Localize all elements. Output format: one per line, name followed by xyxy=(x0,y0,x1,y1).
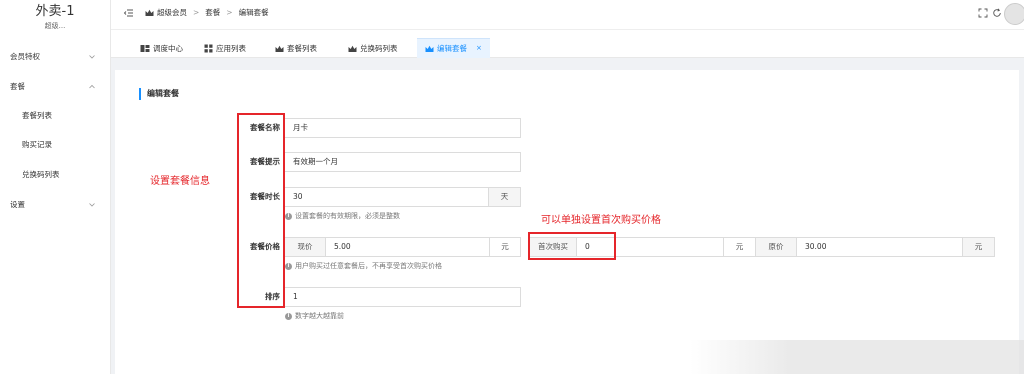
first-purchase-price-unit: 元 xyxy=(723,237,756,257)
sort-input[interactable]: 1 xyxy=(284,287,521,307)
breadcrumb-separator: > xyxy=(193,8,200,17)
sidebar-item-label: 购买记录 xyxy=(22,140,52,149)
breadcrumb-current: 编辑套餐 xyxy=(238,8,269,17)
sidebar-item-packages[interactable]: 套餐 xyxy=(0,79,111,95)
sidebar-item-label: 兑换码列表 xyxy=(22,170,60,179)
sidebar-item-settings[interactable]: 设置 xyxy=(0,197,111,213)
tab-bar: 调度中心 应用列表 套餐列表 兑换码列表 编辑套餐 × xyxy=(111,30,1024,58)
chevron-up-icon xyxy=(89,84,95,89)
labels-highlight-box xyxy=(237,113,285,308)
duration-unit-addon: 天 xyxy=(488,187,521,207)
sort-help: i 数字越大越靠前 xyxy=(285,311,344,321)
sidebar-item-member-privileges[interactable]: 会员特权 xyxy=(0,49,111,65)
price-help: i 用户购买过任意套餐后，不再享受首次购买价格 xyxy=(285,261,442,271)
tab-package-list[interactable]: 套餐列表 xyxy=(275,39,317,58)
info-icon: i xyxy=(285,312,292,320)
chevron-down-icon xyxy=(89,55,95,59)
blurred-region xyxy=(690,340,1024,374)
refresh-icon[interactable] xyxy=(992,8,1002,18)
chevron-down-icon xyxy=(89,203,95,207)
fullscreen-icon[interactable] xyxy=(978,8,988,18)
tab-dispatch-center[interactable]: 调度中心 xyxy=(140,39,183,58)
tab-label: 应用列表 xyxy=(216,44,246,53)
current-price-unit: 元 xyxy=(489,237,521,257)
crown-icon xyxy=(348,45,357,52)
current-price-prefix: 现价 xyxy=(284,237,326,257)
sort-help-text: 数字越大越靠前 xyxy=(295,312,344,320)
original-price-prefix: 原价 xyxy=(755,237,797,257)
sidebar-item-label: 套餐列表 xyxy=(22,111,52,120)
grid-icon xyxy=(204,44,213,53)
package-tip-input[interactable]: 有效期一个月 xyxy=(284,152,521,172)
sidebar-item-purchase-records[interactable]: 购买记录 xyxy=(0,137,111,153)
first-purchase-highlight-box xyxy=(528,232,616,260)
duration-help: i 设置套餐的有效期限，必须是整数 xyxy=(285,211,400,221)
info-icon: i xyxy=(285,262,292,270)
crown-icon xyxy=(275,45,284,52)
original-price-input[interactable]: 30.00 xyxy=(796,237,963,257)
tab-label: 调度中心 xyxy=(153,44,183,53)
sidebar-item-label: 套餐 xyxy=(10,82,25,91)
breadcrumb-separator: > xyxy=(226,8,233,17)
tab-app-list[interactable]: 应用列表 xyxy=(204,39,246,58)
tab-redeem-code-list[interactable]: 兑换码列表 xyxy=(348,39,398,58)
tab-label: 兑换码列表 xyxy=(360,44,398,53)
tab-label: 套餐列表 xyxy=(287,44,317,53)
sidebar-item-package-list[interactable]: 套餐列表 xyxy=(0,108,111,124)
breadcrumb-root[interactable]: 超级会员 xyxy=(157,6,187,20)
annotation-set-package-info: 设置套餐信息 xyxy=(150,176,210,187)
package-duration-input[interactable]: 30 xyxy=(284,187,489,207)
close-icon[interactable]: × xyxy=(476,40,482,57)
sidebar: 外卖-1 超级... 会员特权 套餐 套餐列表 购买记录 兑换码列表 设置 xyxy=(0,0,111,374)
current-price-input[interactable]: 5.00 xyxy=(325,237,490,257)
tab-label: 编辑套餐 xyxy=(437,44,467,53)
info-icon: i xyxy=(285,212,292,220)
sidebar-item-label: 设置 xyxy=(10,200,25,209)
top-header: 超级会员 > 套餐 > 编辑套餐 xyxy=(111,0,1024,30)
sidebar-item-redeem-code-list[interactable]: 兑换码列表 xyxy=(0,167,111,183)
annotation-first-purchase: 可以单独设置首次购买价格 xyxy=(541,215,661,226)
breadcrumb: 超级会员 > 套餐 > 编辑套餐 xyxy=(145,6,269,20)
brand: 外卖-1 超级... xyxy=(0,0,110,38)
menu-fold-icon[interactable] xyxy=(123,7,135,19)
avatar[interactable] xyxy=(1004,3,1024,25)
crown-icon xyxy=(425,45,434,52)
brand-title: 外卖-1 xyxy=(35,4,75,19)
sidebar-item-label: 会员特权 xyxy=(10,52,40,61)
price-help-text: 用户购买过任意套餐后，不再享受首次购买价格 xyxy=(295,262,442,270)
duration-help-text: 设置套餐的有效期限，必须是整数 xyxy=(295,212,400,220)
original-price-unit: 元 xyxy=(962,237,995,257)
crown-icon xyxy=(145,9,154,16)
section-title: 编辑套餐 xyxy=(139,88,179,100)
dashboard-icon xyxy=(140,45,150,52)
tab-edit-package[interactable]: 编辑套餐 × xyxy=(417,38,490,58)
package-name-input[interactable]: 月卡 xyxy=(284,118,521,138)
breadcrumb-level2[interactable]: 套餐 xyxy=(205,6,220,20)
brand-subtitle: 超级... xyxy=(44,22,66,30)
